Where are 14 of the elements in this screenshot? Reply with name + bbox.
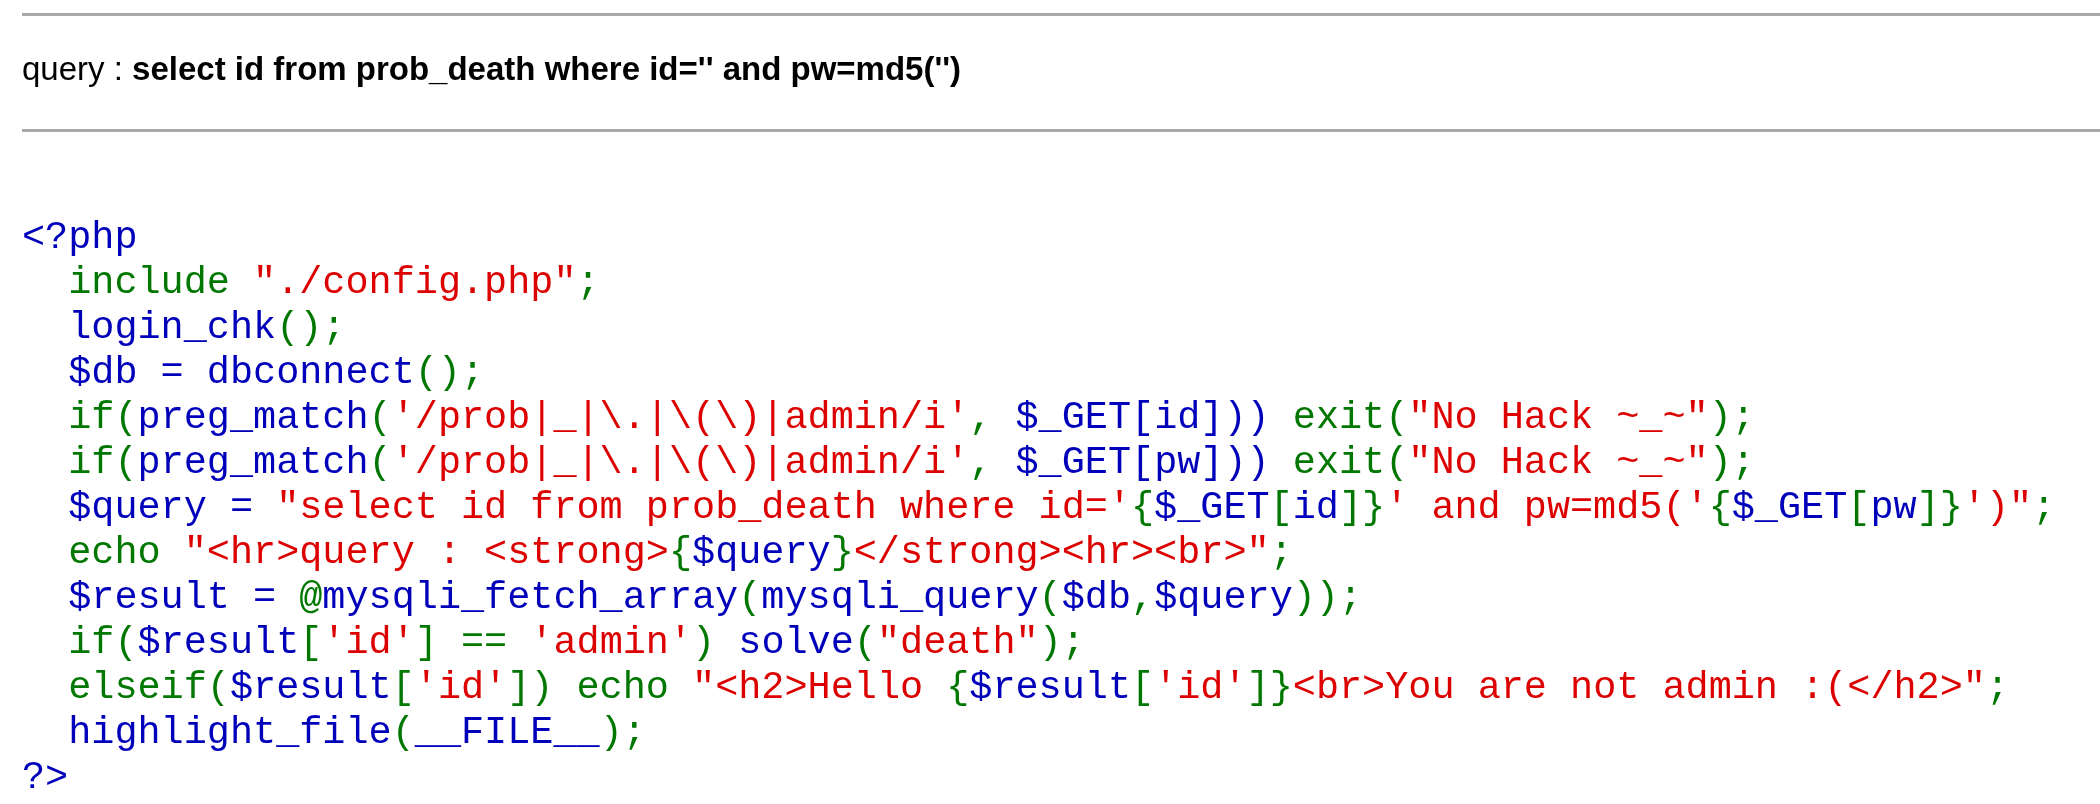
code-line: if(preg_match('/prob|_|\.|\(\)|admin/i', $_GET[id])) exit("No Hack ~_~"); xyxy=(67,396,1755,441)
code-line: login_chk(); xyxy=(67,306,346,351)
query-text: query : select id from prob_death where id='' and pw=md5('') xyxy=(22,49,963,89)
code-line: $db = dbconnect(); xyxy=(67,351,485,396)
code-line: echo "<hr>query : <strong>{$query}</strong><hr><br>"; xyxy=(67,531,1293,576)
code-line: if(preg_match('/prob|_|\.|\(\)|admin/i', $_GET[pw])) exit("No Hack ~_~"); xyxy=(67,441,1755,486)
code-line: <?php xyxy=(22,216,138,261)
code-line: ?> xyxy=(22,756,69,801)
code-line: include "./config.php"; xyxy=(67,261,600,306)
code-line: elseif($result['id']) echo "<h2>Hello {$result['id']}<br>You are not admin :(</h2>"; xyxy=(67,666,2010,711)
code-line: if($result['id'] == 'admin') solve("death"); xyxy=(67,621,1085,666)
code-line: highlight_file(__FILE__); xyxy=(67,711,646,756)
code-line: $query = "select id from prob_death where id='{$_GET[id]}' and pw=md5('{$_GET[pw]}')"; xyxy=(67,486,2056,531)
code-line: $result = @mysqli_fetch_array(mysqli_query($db,$query)); xyxy=(67,576,1363,621)
